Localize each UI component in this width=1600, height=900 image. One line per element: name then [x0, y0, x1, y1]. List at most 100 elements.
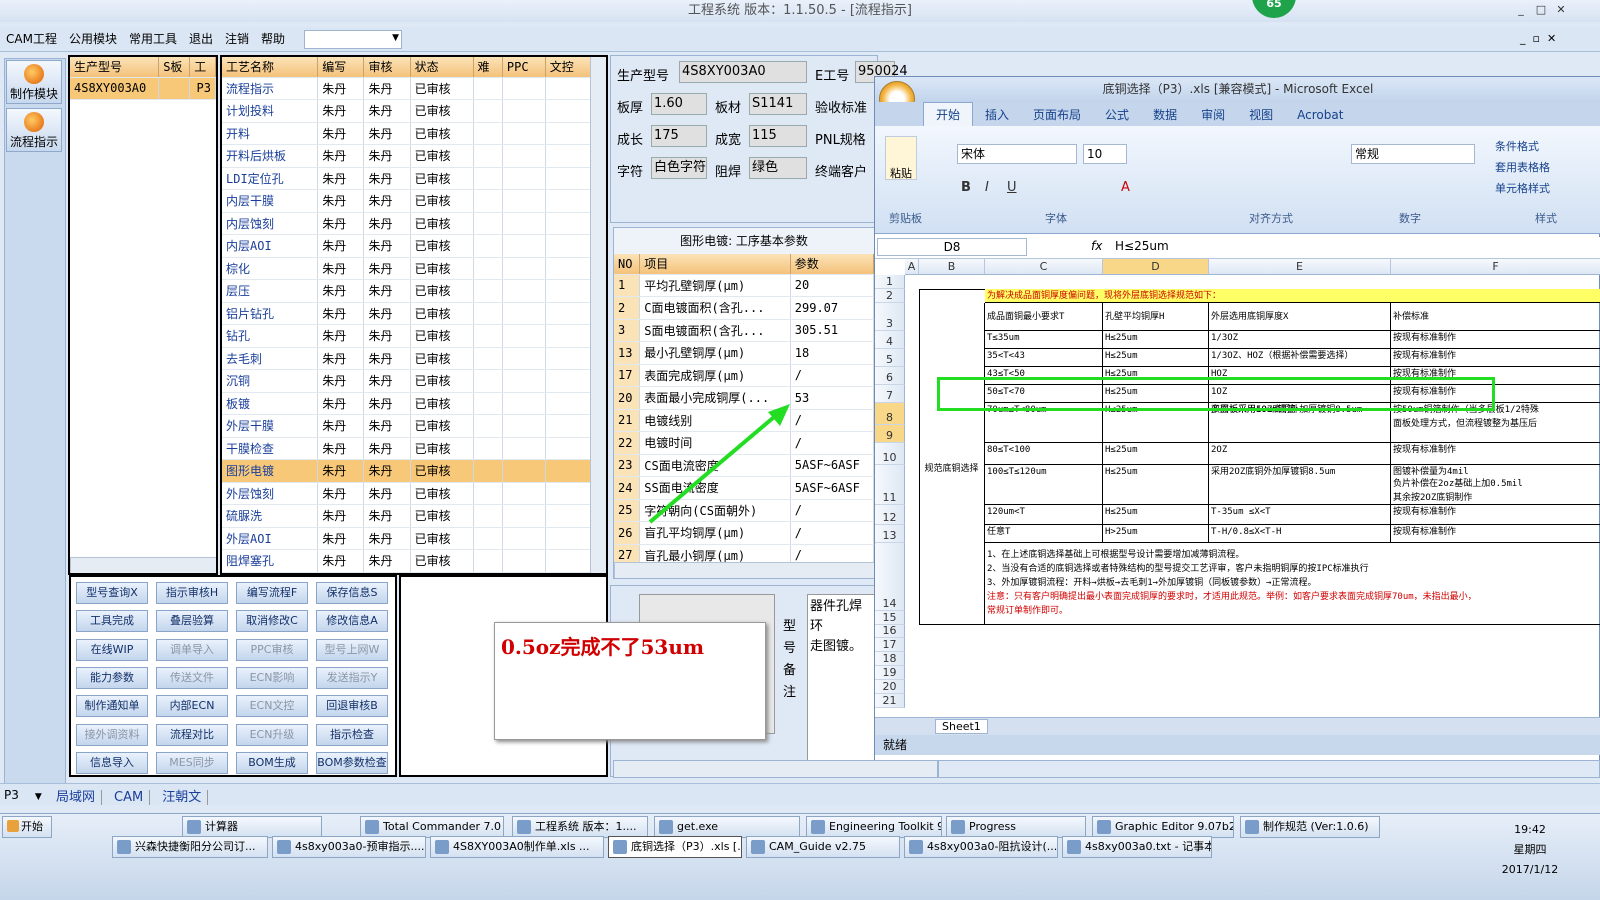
- row-header[interactable]: 9: [875, 425, 905, 443]
- process-row[interactable]: 外层AOI 朱丹 朱丹 已审核: [222, 527, 593, 550]
- remark-text[interactable]: 器件孔焊环 走图镀。: [807, 594, 877, 774]
- row-header[interactable]: 14: [875, 543, 905, 611]
- action-button[interactable]: ECN文控: [236, 695, 308, 718]
- process-row[interactable]: 图形电镀 朱丹 朱丹 已审核: [222, 459, 593, 483]
- plating-scrollbar[interactable]: [614, 562, 874, 578]
- ribbon-tab-0[interactable]: 开始: [923, 102, 974, 127]
- plating-row[interactable]: 2 C面电镀面积(含孔... 299.07: [614, 296, 875, 320]
- font-color-button[interactable]: A: [1121, 180, 1130, 195]
- row-header[interactable]: 19: [875, 666, 905, 680]
- action-button[interactable]: 回退审核B: [316, 695, 388, 718]
- sheet-cell[interactable]: 1/3OZ: [1209, 331, 1391, 349]
- plating-col-1[interactable]: 项目: [639, 254, 791, 275]
- action-button[interactable]: MES同步: [156, 751, 228, 774]
- menu-item-5[interactable]: 帮助: [255, 27, 291, 52]
- row-header[interactable]: 1: [875, 275, 905, 289]
- action-button[interactable]: ECN升级: [236, 723, 308, 746]
- sheet-cell[interactable]: 按现有标准制作: [1391, 505, 1600, 525]
- char-field[interactable]: 白色字符: [651, 157, 707, 179]
- action-button[interactable]: 流程对比: [156, 723, 228, 746]
- sheet-cell[interactable]: 补偿标准: [1391, 303, 1600, 331]
- cell-style[interactable]: 单元格样式: [1495, 178, 1550, 199]
- taskbar-item[interactable]: 底铜选择（P3）.xls [...: [608, 836, 742, 858]
- vertical-scrollbar[interactable]: [590, 57, 606, 573]
- sheet-cell[interactable]: 采用2OZ底铜外加厚镀铜8.5um: [1209, 465, 1391, 505]
- ribbon-tab-4[interactable]: 数据: [1141, 103, 1189, 127]
- row-header[interactable]: 3: [875, 303, 905, 331]
- taskbar-item[interactable]: CAM_Guide v2.75: [746, 836, 900, 858]
- process-row[interactable]: 沉铜 朱丹 朱丹 已审核: [222, 369, 593, 393]
- sheet-cell[interactable]: H≤25um: [1103, 505, 1209, 525]
- sheet-cell[interactable]: 100≤T≤120um: [985, 465, 1103, 505]
- conditional-format[interactable]: 条件格式: [1495, 136, 1550, 157]
- sheet-cell[interactable]: 按现有标准制作: [1391, 443, 1600, 465]
- col-header[interactable]: D: [1103, 259, 1209, 275]
- formula-input[interactable]: H≤25um: [1115, 239, 1169, 253]
- ribbon-tab-5[interactable]: 审阅: [1189, 103, 1237, 127]
- col-work[interactable]: 工: [189, 57, 216, 78]
- col-header[interactable]: F: [1391, 259, 1600, 275]
- taskbar-item[interactable]: 工程系统 版本：1....: [512, 816, 648, 838]
- row-header[interactable]: 20: [875, 680, 905, 694]
- process-col-2[interactable]: 审核: [363, 57, 411, 78]
- process-col-6[interactable]: 文控: [545, 57, 593, 78]
- action-button[interactable]: BOM参数检查: [316, 751, 388, 774]
- table-format[interactable]: 套用表格格: [1495, 157, 1550, 178]
- model-field[interactable]: 4S8XY003A0: [679, 61, 807, 83]
- process-col-5[interactable]: PPC: [502, 57, 546, 78]
- process-row[interactable]: 开料 朱丹 朱丹 已审核: [222, 122, 593, 145]
- bold-button[interactable]: B: [961, 180, 971, 195]
- process-row[interactable]: 层压 朱丹 朱丹 已审核: [222, 279, 593, 303]
- process-row[interactable]: 流程指示 朱丹 朱丹 已审核: [222, 77, 593, 100]
- action-button[interactable]: 发送指示Y: [316, 666, 388, 689]
- action-button[interactable]: 调单导入: [156, 638, 228, 661]
- row-header[interactable]: 13: [875, 525, 905, 543]
- font-name-select[interactable]: 宋体: [957, 144, 1077, 164]
- row-header[interactable]: 12: [875, 505, 905, 525]
- process-col-0[interactable]: 工艺名称: [222, 57, 319, 78]
- plating-row[interactable]: 3 S面电镀面积(含孔... 305.51: [614, 319, 875, 342]
- status-tab-0[interactable]: 局域网: [56, 790, 103, 805]
- process-row[interactable]: 钻孔 朱丹 朱丹 已审核: [222, 324, 593, 348]
- taskbar-item[interactable]: 制作规范 (Ver:1.0.6): [1240, 816, 1380, 838]
- taskbar-item[interactable]: 4s8xy003a0-阻抗设计(...: [904, 836, 1058, 858]
- action-button[interactable]: 信息导入: [76, 751, 148, 774]
- ribbon-tab-2[interactable]: 页面布局: [1021, 103, 1093, 127]
- taskbar-item[interactable]: 4s8xy003a0.txt - 记事本: [1062, 836, 1212, 858]
- sheet-cell[interactable]: T-35um ≤X<T: [1209, 505, 1391, 525]
- action-button[interactable]: 传送文件: [156, 666, 228, 689]
- process-row[interactable]: 外层干膜 朱丹 朱丹 已审核: [222, 414, 593, 438]
- row-header[interactable]: 21: [875, 694, 905, 708]
- make-module-button[interactable]: 制作模块: [6, 60, 62, 104]
- thickness-field[interactable]: 1.60: [651, 93, 707, 115]
- sheet-cell[interactable]: 面板处理方式，但流程镀整为基压后: [1391, 417, 1600, 431]
- process-row[interactable]: 内层蚀刻 朱丹 朱丹 已审核: [222, 212, 593, 235]
- action-button[interactable]: 内部ECN: [156, 695, 228, 718]
- plating-row[interactable]: 13 最小孔壁铜厚(μm) 18: [614, 341, 875, 365]
- menu-item-0[interactable]: CAM工程: [0, 27, 63, 52]
- process-row[interactable]: 内层AOI 朱丹 朱丹 已审核: [222, 234, 593, 258]
- row-header[interactable]: 4: [875, 331, 905, 349]
- sheet-cell[interactable]: 35<T<43: [985, 349, 1103, 367]
- number-format-select[interactable]: 常规: [1351, 144, 1475, 164]
- action-button[interactable]: 型号上网W: [316, 638, 388, 661]
- process-row[interactable]: 阻焊塞孔 朱丹 朱丹 已审核: [222, 549, 593, 573]
- action-button[interactable]: 工具完成: [76, 610, 148, 633]
- sheet-cell[interactable]: 2OZ: [1209, 443, 1391, 465]
- sheet-cell[interactable]: H≤25um: [1103, 443, 1209, 465]
- action-button[interactable]: 能力参数: [76, 666, 148, 689]
- close-button[interactable]: ✕: [1552, 2, 1570, 18]
- taskbar-item[interactable]: 4s8xy003a0-预审指示....: [272, 836, 426, 858]
- col-header[interactable]: A: [905, 259, 919, 275]
- action-button[interactable]: 指示检查: [316, 723, 388, 746]
- row-header[interactable]: 18: [875, 652, 905, 666]
- sheet-cell[interactable]: 为解决成品面铜厚度偏问题，现将外层底铜选择规范如下：: [985, 289, 1600, 303]
- ribbon-tab-7[interactable]: Acrobat: [1285, 103, 1355, 127]
- sheet-cell[interactable]: H≤25um: [1103, 465, 1209, 505]
- action-button[interactable]: 叠层验算: [156, 610, 228, 633]
- taskbar-item[interactable]: Progress: [946, 816, 1086, 838]
- underline-button[interactable]: U: [1007, 180, 1017, 195]
- sheet-cell[interactable]: 其余按2OZ底铜制作: [1391, 491, 1600, 505]
- status-tab-2[interactable]: 汪朝文: [162, 790, 209, 805]
- menu-item-3[interactable]: 退出: [183, 27, 219, 52]
